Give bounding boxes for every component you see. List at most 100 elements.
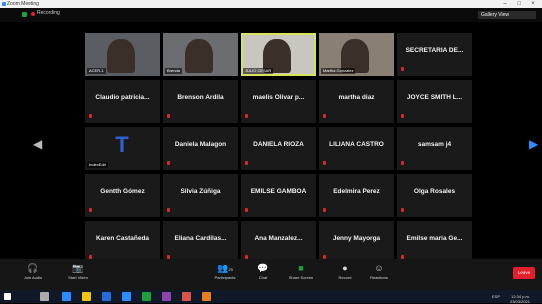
participant-tile[interactable]: SECRETARIA DE... (397, 33, 472, 76)
muted-mic-icon (401, 161, 404, 165)
participant-name: ACER-1 (87, 68, 106, 74)
previous-page-arrow-icon[interactable]: ◀ (33, 138, 42, 150)
muted-mic-icon (167, 208, 170, 212)
file-explorer-icon[interactable] (82, 292, 91, 301)
chrome-icon[interactable] (142, 292, 151, 301)
minimize-button[interactable]: – (498, 0, 512, 8)
start-video-label: Start Video (68, 275, 88, 280)
muted-mic-icon (245, 208, 248, 212)
participant-tile[interactable]: martha diaz (319, 80, 394, 123)
participant-tile[interactable]: Jenny Mayorga (319, 221, 394, 264)
participant-tile[interactable]: ACER-1 (85, 33, 160, 76)
join-audio-button[interactable]: 🎧 Join Audio (10, 262, 56, 280)
participant-tile[interactable]: Brenda (163, 33, 238, 76)
next-page-arrow-icon[interactable]: ▶ (529, 138, 538, 150)
participant-name: Edelmira Perez (333, 188, 380, 195)
reactions-icon: ☺ (374, 263, 384, 273)
window-titlebar: Zoom Meeting – □ × (0, 0, 542, 8)
meeting-topbar (0, 8, 542, 22)
participant-tile[interactable]: Daniela Malagon (163, 127, 238, 170)
participants-count: 25 (228, 267, 233, 272)
participant-name: Martha Gonzalez (321, 68, 356, 74)
participant-name: Emilse maria Ge... (406, 235, 463, 242)
participant-video-feed (185, 39, 213, 73)
participant-tile[interactable]: Gentth Gómez (85, 174, 160, 217)
participant-name: IndexEdit (87, 162, 108, 168)
reactions-button[interactable]: ☺ Reactions (356, 262, 402, 280)
join-audio-label: Join Audio (23, 275, 43, 280)
participant-name: DANIELA RIOZA (253, 141, 304, 148)
app-icon-red[interactable] (182, 292, 191, 301)
participant-tile[interactable]: LILIANA CASTRO (319, 127, 394, 170)
participant-name: Brenson Ardila (177, 94, 224, 101)
muted-mic-icon (323, 208, 326, 212)
participant-tile[interactable]: maelis Olivar p... (241, 80, 316, 123)
participant-name: Silvia Zúñiga (180, 188, 221, 195)
app-icon-orange[interactable] (202, 292, 211, 301)
gallery-view-button[interactable]: Gallery View (478, 11, 536, 19)
language-indicator[interactable]: ESP (470, 294, 500, 299)
start-menu-icon[interactable] (4, 293, 11, 300)
leave-meeting-button[interactable]: Leave (513, 267, 535, 279)
video-camera-icon: 📷 (72, 263, 84, 273)
participant-name: JOYCE SMITH L... (406, 94, 463, 101)
security-shield-icon[interactable] (22, 12, 27, 17)
participant-video-feed (107, 39, 135, 73)
participant-tile[interactable]: EMILSE GAMBOA (241, 174, 316, 217)
muted-mic-icon (167, 161, 170, 165)
participant-tile[interactable]: Martha Gonzalez (319, 33, 394, 76)
muted-mic-icon (323, 161, 326, 165)
profile-logo-icon: T (115, 132, 129, 157)
participant-tile[interactable]: Edelmira Perez (319, 174, 394, 217)
close-button[interactable]: × (526, 0, 540, 8)
participant-name: Jenny Mayorga (332, 235, 381, 242)
participant-name: Eliana Cardilas... (174, 235, 227, 242)
participant-name: SECRETARIA DE... (405, 47, 464, 54)
recording-dot-icon (31, 12, 35, 16)
participant-tile[interactable]: Karen Castañeda (85, 221, 160, 264)
participant-tile[interactable]: Eliana Cardilas... (163, 221, 238, 264)
muted-mic-icon (89, 208, 92, 212)
participant-tile[interactable]: T IndexEdit (85, 127, 160, 170)
search-icon[interactable] (40, 292, 49, 301)
participant-tile[interactable]: JOYCE SMITH L... (397, 80, 472, 123)
share-screen-button[interactable]: ■ Share Screen (278, 262, 324, 280)
participant-name: samsam j4 (417, 141, 452, 148)
clock-date: 23/03/2021 (509, 299, 530, 304)
participant-name: maelis Olivar p... (252, 94, 305, 101)
muted-mic-icon (167, 114, 170, 118)
participant-name: martha diaz (338, 94, 375, 101)
recording-indicator: Recording (37, 10, 60, 16)
participant-name: Karen Castañeda (95, 235, 150, 242)
zoom-taskbar-icon[interactable] (122, 292, 131, 301)
muted-mic-icon (245, 114, 248, 118)
participant-tile[interactable]: samsam j4 (397, 127, 472, 170)
zoom-app-icon (2, 2, 6, 6)
muted-mic-icon (401, 114, 404, 118)
participant-tile[interactable]: Brenson Ardila (163, 80, 238, 123)
participant-name: EMILSE GAMBOA (250, 188, 307, 195)
muted-mic-icon (245, 161, 248, 165)
participant-name: Gentth Gómez (100, 188, 145, 195)
headphones-icon: 🎧 (27, 263, 39, 273)
participant-gallery: ACER-1 Brenda JULIO CESAR Martha Gonzalez SE… (85, 33, 472, 264)
participant-tile[interactable]: JULIO CESAR (241, 33, 316, 76)
participant-name: Olga Rosales (413, 188, 456, 195)
store-icon[interactable] (102, 292, 111, 301)
participant-name: Claudio patricia... (95, 94, 150, 101)
maximize-button[interactable]: □ (512, 0, 526, 8)
participant-name: JULIO CESAR (243, 68, 274, 74)
participant-tile[interactable]: Silvia Zúñiga (163, 174, 238, 217)
participant-tile[interactable]: Claudio patricia... (85, 80, 160, 123)
start-video-button[interactable]: 📷 Start Video (55, 262, 101, 280)
participant-name: Ana Manzalez... (254, 235, 303, 242)
participant-name: LILIANA CASTRO (329, 141, 384, 148)
participant-tile[interactable]: Emilse maria Ge... (397, 221, 472, 264)
muted-mic-icon (401, 208, 404, 212)
share-screen-icon: ■ (298, 263, 304, 273)
participant-tile[interactable]: DANIELA RIOZA (241, 127, 316, 170)
edge-browser-icon[interactable] (62, 292, 71, 301)
participant-tile[interactable]: Ana Manzalez... (241, 221, 316, 264)
app-icon-purple[interactable] (162, 292, 171, 301)
participant-tile[interactable]: Olga Rosales (397, 174, 472, 217)
